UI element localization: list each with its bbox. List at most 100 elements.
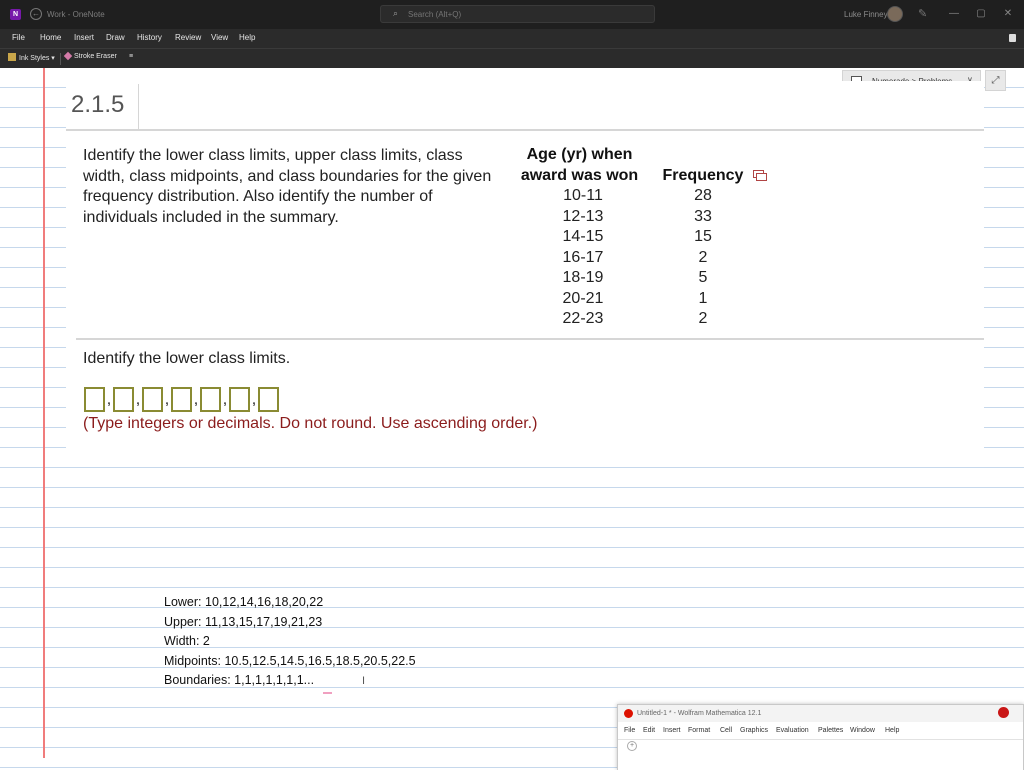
menu-history[interactable]: History	[137, 33, 162, 42]
table-header-frequency: Frequency	[662, 167, 744, 184]
mathematica-notebook[interactable]: +	[618, 739, 1023, 770]
menu-file[interactable]: File	[12, 33, 25, 42]
table-cell-frequency: 5	[698, 269, 708, 286]
popup-window-icon[interactable]	[753, 170, 767, 181]
table-header-age-line2: award was won	[520, 167, 639, 184]
answer-hint: (Type integers or decimals. Do not round…	[83, 415, 538, 432]
note-line-width: Width: 2	[164, 634, 210, 648]
mma-menu-palettes[interactable]: Palettes	[818, 727, 843, 734]
stroke-eraser-button[interactable]: Stroke Eraser	[63, 51, 117, 61]
note-line-boundaries: Boundaries: 1,1,1,1,1,1,1...	[164, 673, 315, 687]
answer-box[interactable]	[113, 387, 134, 412]
table-cell-frequency: 1	[698, 290, 708, 307]
note-line-midpoints: Midpoints: 10.5,12.5,14.5,16.5,18.5,20.5…	[164, 653, 416, 668]
title-bar: N ← Work - OneNote ⌕ Luke Finney ✎ — ▢ ✕	[0, 0, 1024, 29]
table-cell-frequency: 15	[694, 228, 712, 245]
table-cell-age: 10-11	[563, 187, 603, 204]
eraser-icon	[63, 51, 73, 61]
note-text-block[interactable]: Lower: 10,12,14,16,18,20,22 Upper: 11,13…	[164, 593, 416, 691]
comma-separator: ,	[251, 391, 257, 408]
mma-menu-format[interactable]: Format	[688, 727, 710, 734]
table-cell-age: 12-13	[562, 208, 604, 225]
table-cell-frequency: 28	[694, 187, 712, 204]
answer-box[interactable]	[171, 387, 192, 412]
answer-box[interactable]	[84, 387, 105, 412]
table-cell-frequency: 33	[694, 208, 712, 225]
draw-toolbar: Ink Styles ▾ Stroke Eraser ≡	[0, 48, 1024, 68]
menu-review[interactable]: Review	[175, 33, 201, 42]
ink-styles-icon	[8, 53, 16, 61]
table-header-age-line1: Age (yr) when	[526, 146, 633, 163]
ink-styles-label: Ink Styles	[19, 55, 50, 62]
sub-question: Identify the lower class limits.	[83, 350, 291, 367]
mma-menu-window[interactable]: Window	[850, 727, 875, 734]
mma-menu-file[interactable]: File	[624, 727, 635, 734]
table-cell-frequency: 2	[698, 249, 708, 266]
mma-menu-graphics[interactable]: Graphics	[740, 727, 768, 734]
onenote-logo-icon: N	[10, 9, 21, 20]
mathematica-title: Untitled-1 * - Wolfram Mathematica 12.1	[637, 710, 762, 717]
comma-separator: ,	[222, 391, 228, 408]
note-line-upper: Upper: 11,13,15,17,19,21,23	[164, 614, 323, 629]
mma-menu-cell[interactable]: Cell	[720, 727, 732, 734]
ink-mark	[323, 692, 332, 694]
divider	[76, 338, 984, 340]
maximize-button[interactable]: ▢	[972, 6, 990, 22]
comma-separator: ,	[164, 391, 170, 408]
wolfram-icon[interactable]	[998, 707, 1009, 718]
mma-menu-insert[interactable]: Insert	[663, 727, 681, 734]
problem-clipping: 2.1.5 Identify the lower class limits, u…	[66, 81, 984, 461]
answer-boxes: ,,,,,,	[84, 387, 279, 413]
table-cell-age: 14-15	[562, 228, 604, 245]
stroke-eraser-label: Stroke Eraser	[74, 53, 117, 60]
expand-button[interactable]: ⤢	[985, 70, 1006, 91]
table-cell-age: 20-21	[562, 290, 604, 307]
divider	[66, 129, 984, 131]
share-icon[interactable]	[1009, 34, 1016, 42]
minimize-button[interactable]: —	[945, 6, 963, 22]
ink-styles-button[interactable]: Ink Styles ▾	[8, 53, 55, 62]
menu-home[interactable]: Home	[40, 33, 61, 42]
comma-separator: ,	[135, 391, 141, 408]
answer-box[interactable]	[200, 387, 221, 412]
note-page[interactable]: Numerade > Problems ∨ ⤢ 2.1.5 Identify t…	[0, 68, 1024, 770]
comma-separator: ,	[106, 391, 112, 408]
answer-box[interactable]	[229, 387, 250, 412]
toolbar-divider	[60, 53, 61, 65]
search-input[interactable]	[408, 9, 608, 20]
page-margin-line	[43, 68, 45, 758]
back-arrow-icon[interactable]: ←	[30, 8, 42, 20]
mathematica-window[interactable]: Untitled-1 * - Wolfram Mathematica 12.1 …	[617, 704, 1024, 770]
note-line-lower: Lower: 10,12,14,16,18,20,22	[164, 595, 324, 609]
menu-insert[interactable]: Insert	[74, 33, 94, 42]
toolbar-more-button[interactable]: ≡	[129, 53, 133, 60]
mathematica-menu-bar: File Edit Insert Format Cell Graphics Ev…	[618, 723, 1023, 739]
menu-view[interactable]: View	[211, 33, 228, 42]
search-icon: ⌕	[393, 8, 399, 18]
mathematica-title-bar[interactable]: Untitled-1 * - Wolfram Mathematica 12.1	[618, 705, 1023, 722]
table-cell-age: 22-23	[562, 310, 604, 327]
text-cursor-icon: I	[362, 675, 366, 687]
mma-menu-help[interactable]: Help	[885, 727, 899, 734]
ribbon-tabs: File Home Insert Draw History Review Vie…	[0, 29, 1024, 48]
answer-box[interactable]	[142, 387, 163, 412]
comma-separator: ,	[193, 391, 199, 408]
mma-menu-evaluation[interactable]: Evaluation	[776, 727, 809, 734]
window-title: Work - OneNote	[47, 10, 105, 19]
answer-box[interactable]	[258, 387, 279, 412]
table-cell-frequency: 2	[698, 310, 708, 327]
user-name: Luke Finney	[844, 10, 888, 19]
mma-menu-edit[interactable]: Edit	[643, 727, 655, 734]
table-cell-age: 16-17	[562, 249, 604, 266]
menu-help[interactable]: Help	[239, 33, 255, 42]
mathematica-logo-icon	[624, 709, 633, 718]
divider	[138, 84, 139, 129]
menu-draw[interactable]: Draw	[106, 33, 125, 42]
add-cell-icon[interactable]: +	[627, 741, 637, 751]
search-box[interactable]: ⌕	[380, 5, 655, 23]
pen-icon[interactable]: ✎	[918, 7, 927, 20]
table-cell-age: 18-19	[562, 269, 604, 286]
user-avatar[interactable]	[887, 6, 903, 22]
problem-number: 2.1.5	[71, 91, 125, 118]
close-button[interactable]: ✕	[999, 6, 1017, 22]
